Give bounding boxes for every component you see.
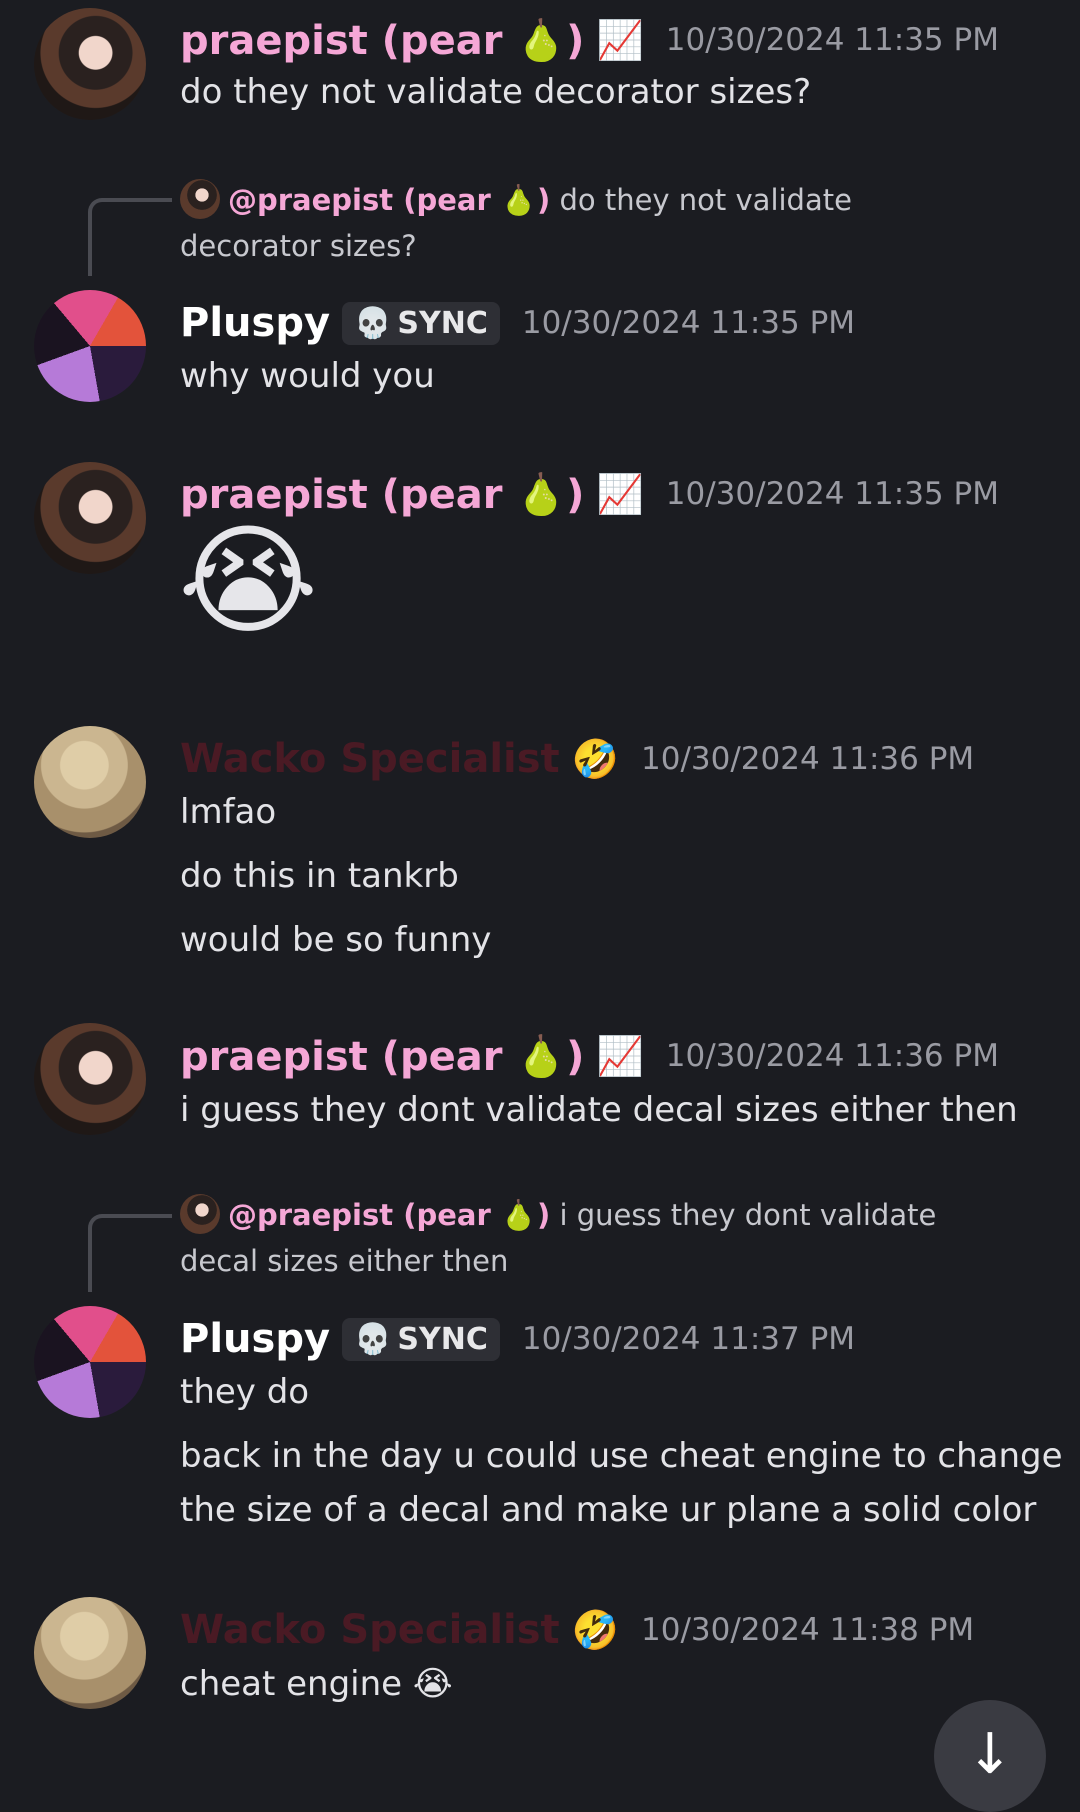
message-text: do they not validate decorator sizes? [180,72,812,112]
author-name[interactable]: praepist (pear 🍐) [180,471,584,518]
avatar[interactable] [34,290,146,402]
author-name[interactable]: Pluspy [180,1316,330,1362]
message-text: lmfao [180,792,277,832]
reply-avatar [180,1194,220,1234]
chart-increasing-icon: 📈 [596,18,644,62]
timestamp: 10/30/2024 11:35 PM [665,476,999,512]
timestamp: 10/30/2024 11:35 PM [665,22,999,58]
timestamp: 10/30/2024 11:38 PM [641,1612,975,1648]
message-text: would be so funny [180,920,492,960]
timestamp: 10/30/2024 11:37 PM [521,1321,856,1357]
avatar[interactable] [34,1023,146,1135]
skull-icon: 💀 [354,1321,392,1357]
loudly-crying-face-icon: 😭 [178,512,319,651]
avatar[interactable] [34,462,146,574]
timestamp: 10/30/2024 11:35 PM [521,305,856,341]
reply-author[interactable]: @praepist (pear 🍐) [228,1198,550,1232]
arrow-down-icon: ↓ [966,1722,1014,1787]
reply-connector [88,1214,172,1292]
author-name[interactable]: Wacko Specialist [180,1607,560,1653]
reply-author[interactable]: @praepist (pear 🍐) [228,183,550,217]
reply-avatar [180,179,220,219]
avatar[interactable] [34,1597,146,1709]
server-tag[interactable]: 💀 SYNC [342,301,500,345]
avatar[interactable] [34,8,146,120]
server-tag[interactable]: 💀 SYNC [342,1317,500,1361]
chart-increasing-icon: 📈 [596,1034,644,1078]
message-text: do this in tankrb [180,856,459,896]
avatar[interactable] [34,726,146,838]
author-name[interactable]: praepist (pear 🍐) [180,1033,584,1080]
server-tag-label: SYNC [397,305,488,341]
rofl-icon: 🤣 [571,1608,619,1652]
message-text: cheat engine 😭 [180,1664,453,1704]
reply-connector [88,198,172,276]
message-text: i guess they dont validate decal sizes e… [180,1090,1018,1130]
author-name[interactable]: Pluspy [180,300,330,346]
chart-increasing-icon: 📈 [596,472,644,516]
reply-preview[interactable]: @praepist (pear 🍐) i guess they dont val… [180,1192,1000,1284]
message-text: back in the day u could use cheat engine… [180,1436,1063,1476]
author-name[interactable]: Wacko Specialist [180,736,560,782]
message-text: they do [180,1372,310,1412]
jump-to-bottom-button[interactable]: ↓ [934,1700,1046,1812]
message-text: why would you [180,356,435,396]
rofl-icon: 🤣 [571,737,619,781]
message-text: the size of a decal and make ur plane a … [180,1490,1037,1530]
timestamp: 10/30/2024 11:36 PM [665,1038,999,1074]
timestamp: 10/30/2024 11:36 PM [641,741,975,777]
avatar[interactable] [34,1306,146,1418]
server-tag-label: SYNC [397,1321,488,1357]
skull-icon: 💀 [354,305,392,341]
reply-preview[interactable]: @praepist (pear 🍐) do they not validate … [180,177,1000,269]
author-name[interactable]: praepist (pear 🍐) [180,17,584,64]
